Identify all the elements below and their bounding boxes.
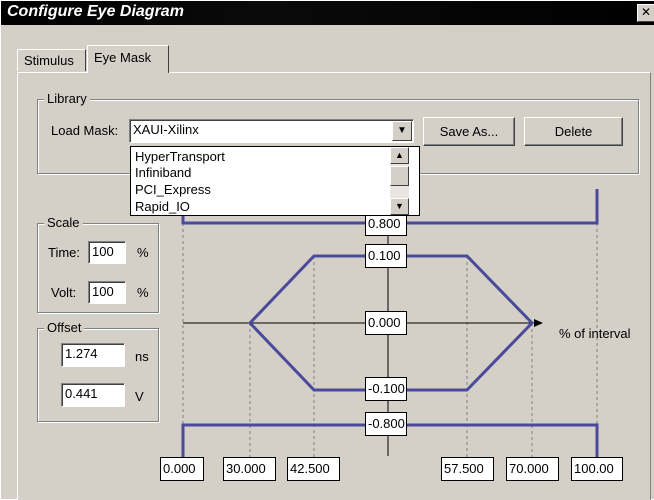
mask-center-voltage-field[interactable]: 0.000: [365, 311, 407, 335]
mask-x-field[interactable]: 100.00: [571, 457, 623, 481]
x-axis-label: % of interval: [559, 326, 631, 341]
configure-eye-diagram-window: Configure Eye Diagram ✕ Stimulus Eye Mas…: [0, 0, 654, 500]
mask-bottom-voltage-field[interactable]: -0.800: [365, 412, 407, 436]
scroll-thumb[interactable]: [390, 166, 409, 186]
load-mask-dropdown-list[interactable]: HyperTransport Infiniband PCI_Express Ra…: [130, 146, 420, 216]
dropdown-scrollbar[interactable]: ▲ ▼: [390, 147, 409, 215]
scroll-down-icon[interactable]: ▼: [390, 198, 409, 215]
tab-eye-mask-label: Eye Mask: [94, 50, 152, 65]
mask-eye-bottom-voltage-field[interactable]: -0.100: [365, 377, 407, 401]
dropdown-option[interactable]: PCI_Express: [135, 182, 211, 197]
mask-x-field[interactable]: 57.500: [441, 457, 494, 481]
x-axis-arrow-icon: [534, 319, 543, 327]
mask-x-field[interactable]: 30.000: [223, 457, 276, 481]
dropdown-option[interactable]: Infiniband: [135, 165, 191, 180]
scroll-up-icon[interactable]: ▲: [390, 147, 409, 164]
mask-eye-top-voltage-field[interactable]: 0.100: [365, 244, 407, 268]
mask-x-field[interactable]: 42.500: [287, 457, 340, 481]
eye-mask-diagram: [181, 189, 599, 459]
dropdown-option[interactable]: HyperTransport: [135, 149, 225, 164]
dropdown-option[interactable]: Rapid_IO: [135, 199, 190, 214]
tab-eye-mask[interactable]: Eye Mask: [87, 45, 169, 73]
mask-x-field[interactable]: 70.000: [506, 457, 559, 481]
mask-x-field[interactable]: 0.000: [160, 457, 204, 481]
